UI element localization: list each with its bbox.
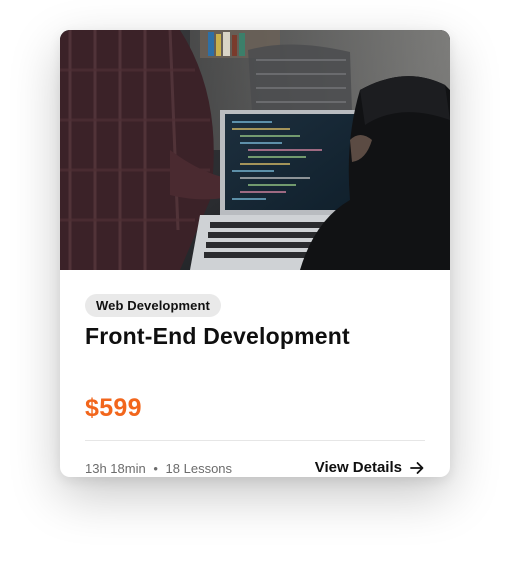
lesson-count: 18 Lessons [165,461,233,476]
card-body: Web Development Front-End Development $5… [85,270,425,477]
course-photo-illustration [60,30,450,270]
arrow-right-icon [409,460,425,476]
divider [85,440,425,441]
meta-separator: • [153,461,158,476]
course-meta: 13h 18min • 18 Lessons [85,461,232,476]
view-details-link[interactable]: View Details [315,459,425,476]
category-badge: Web Development [85,294,221,317]
view-details-label: View Details [314,459,402,476]
course-title: Front-End Development [85,323,350,349]
course-price: $599 [85,394,142,422]
course-image [60,30,450,270]
course-duration: 13h 18min [85,461,146,476]
course-card: Web Development Front-End Development $5… [60,30,450,477]
